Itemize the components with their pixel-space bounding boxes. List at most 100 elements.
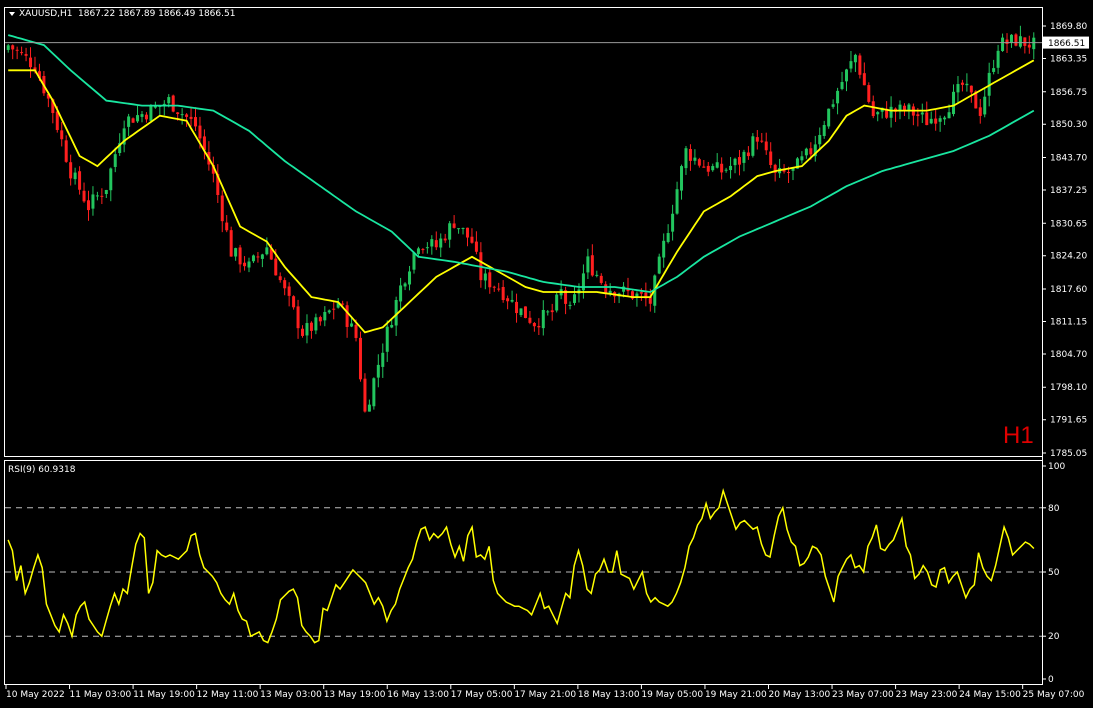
candle-bull xyxy=(568,304,572,306)
candle-bull xyxy=(822,124,826,137)
candle-bear xyxy=(746,152,750,157)
candle-bear xyxy=(24,54,28,56)
rsi-line xyxy=(7,488,1035,644)
candle-bear xyxy=(283,280,287,289)
candle-bull xyxy=(461,227,465,229)
candle-bear xyxy=(969,85,973,93)
price-panel[interactable] xyxy=(4,7,1043,457)
time-tick-label: 23 May 07:00 xyxy=(832,690,894,700)
candle-bull xyxy=(367,404,371,412)
chevron-down-icon[interactable] xyxy=(9,12,15,16)
candle-bear xyxy=(354,324,358,338)
time-tick-label: 13 May 19:00 xyxy=(324,690,386,700)
candle-bull xyxy=(889,106,893,118)
candle-bear xyxy=(528,317,532,323)
price-tick-label: 1843.70 xyxy=(1050,154,1087,164)
candle-bear xyxy=(769,151,773,165)
candle-bull xyxy=(666,233,670,242)
time-tick-label: 24 May 15:00 xyxy=(959,690,1021,700)
candle-bull xyxy=(952,91,956,115)
candle-bear xyxy=(64,140,68,162)
price-tick-label: 1791.65 xyxy=(1050,416,1087,426)
candle-bear xyxy=(443,238,447,241)
candle-bull xyxy=(448,223,452,240)
candle-bull xyxy=(109,168,113,191)
price-tick-label: 1837.25 xyxy=(1050,186,1087,196)
candle-bull xyxy=(403,283,407,287)
price-tick-label: 1869.80 xyxy=(1050,22,1087,32)
candle-bull xyxy=(510,299,514,302)
current-price-label: 1866.51 xyxy=(1048,39,1085,49)
candle-bull xyxy=(247,261,251,268)
candle-bull xyxy=(457,228,461,230)
candle-bear xyxy=(604,284,608,293)
chart-canvas[interactable]: XAUUSD,H1 1867.22 1867.89 1866.49 1866.5… xyxy=(0,0,1093,708)
candle-bull xyxy=(265,247,269,255)
candle-bull xyxy=(831,104,835,107)
candle-bull xyxy=(800,156,804,161)
candle-bear xyxy=(506,298,510,302)
candle-bear xyxy=(720,163,724,173)
candle-bull xyxy=(541,309,545,329)
rsi-tick-label: 0 xyxy=(1048,675,1054,685)
time-tick-label: 17 May 05:00 xyxy=(451,690,513,700)
candle-bull xyxy=(430,239,434,247)
candle-bull xyxy=(947,112,951,119)
candle-bear xyxy=(20,52,24,54)
candle-bear xyxy=(243,262,247,267)
candle-bull xyxy=(149,105,153,121)
candle-bear xyxy=(144,114,148,120)
candle-bear xyxy=(532,322,536,327)
time-tick-label: 13 May 03:00 xyxy=(260,690,322,700)
candle-bull xyxy=(251,255,255,262)
candle-bull xyxy=(680,166,684,191)
candle-bull xyxy=(314,317,318,331)
candle-bull xyxy=(983,96,987,115)
candle-bear xyxy=(78,171,82,190)
time-tick-label: 11 May 19:00 xyxy=(133,690,195,700)
price-tick-label: 1785.05 xyxy=(1050,449,1087,459)
candle-bull xyxy=(943,117,947,120)
price-tick-label: 1856.75 xyxy=(1050,88,1087,98)
candle-bull xyxy=(1001,37,1005,51)
candle-bull xyxy=(693,157,697,161)
candle-bear xyxy=(15,49,19,51)
candle-bull xyxy=(323,311,327,321)
candle-bull xyxy=(827,108,831,127)
candle-bull xyxy=(996,50,1000,68)
candle-bull xyxy=(376,364,380,378)
candle-bear xyxy=(787,172,791,174)
candle-bear xyxy=(916,114,920,117)
candle-bear xyxy=(639,292,643,294)
candle-bull xyxy=(956,84,960,93)
candle-bear xyxy=(809,148,813,155)
symbol-header[interactable]: XAUUSD,H1 1867.22 1867.89 1866.49 1866.5… xyxy=(9,9,235,19)
candle-bear xyxy=(590,255,594,276)
candle-bear xyxy=(194,117,198,127)
candle-bear xyxy=(238,247,242,265)
candle-bear xyxy=(1014,34,1018,46)
candle-bear xyxy=(871,101,875,117)
rsi-tick-label: 80 xyxy=(1048,504,1060,514)
candle-bull xyxy=(260,254,264,259)
candle-bull xyxy=(390,324,394,328)
candle-bear xyxy=(537,325,541,328)
time-tick-label: 10 May 2022 xyxy=(6,690,65,700)
candle-bull xyxy=(127,116,131,127)
candle-bull xyxy=(595,274,599,276)
candle-bear xyxy=(11,45,15,50)
candle-bear xyxy=(706,165,710,172)
candle-bull xyxy=(6,45,10,50)
rsi-header: RSI(9) 60.9318 xyxy=(8,465,76,475)
candle-bull xyxy=(519,308,523,316)
candle-bear xyxy=(550,310,554,313)
candle-bull xyxy=(73,172,77,180)
candle-bear xyxy=(492,286,496,288)
candle-bull xyxy=(140,114,144,117)
price-tick-label: 1863.35 xyxy=(1050,54,1087,64)
candle-bull xyxy=(992,68,996,72)
candle-bear xyxy=(737,157,741,165)
candle-bear xyxy=(225,222,229,231)
candle-bull xyxy=(818,134,822,145)
candle-bull xyxy=(412,252,416,270)
